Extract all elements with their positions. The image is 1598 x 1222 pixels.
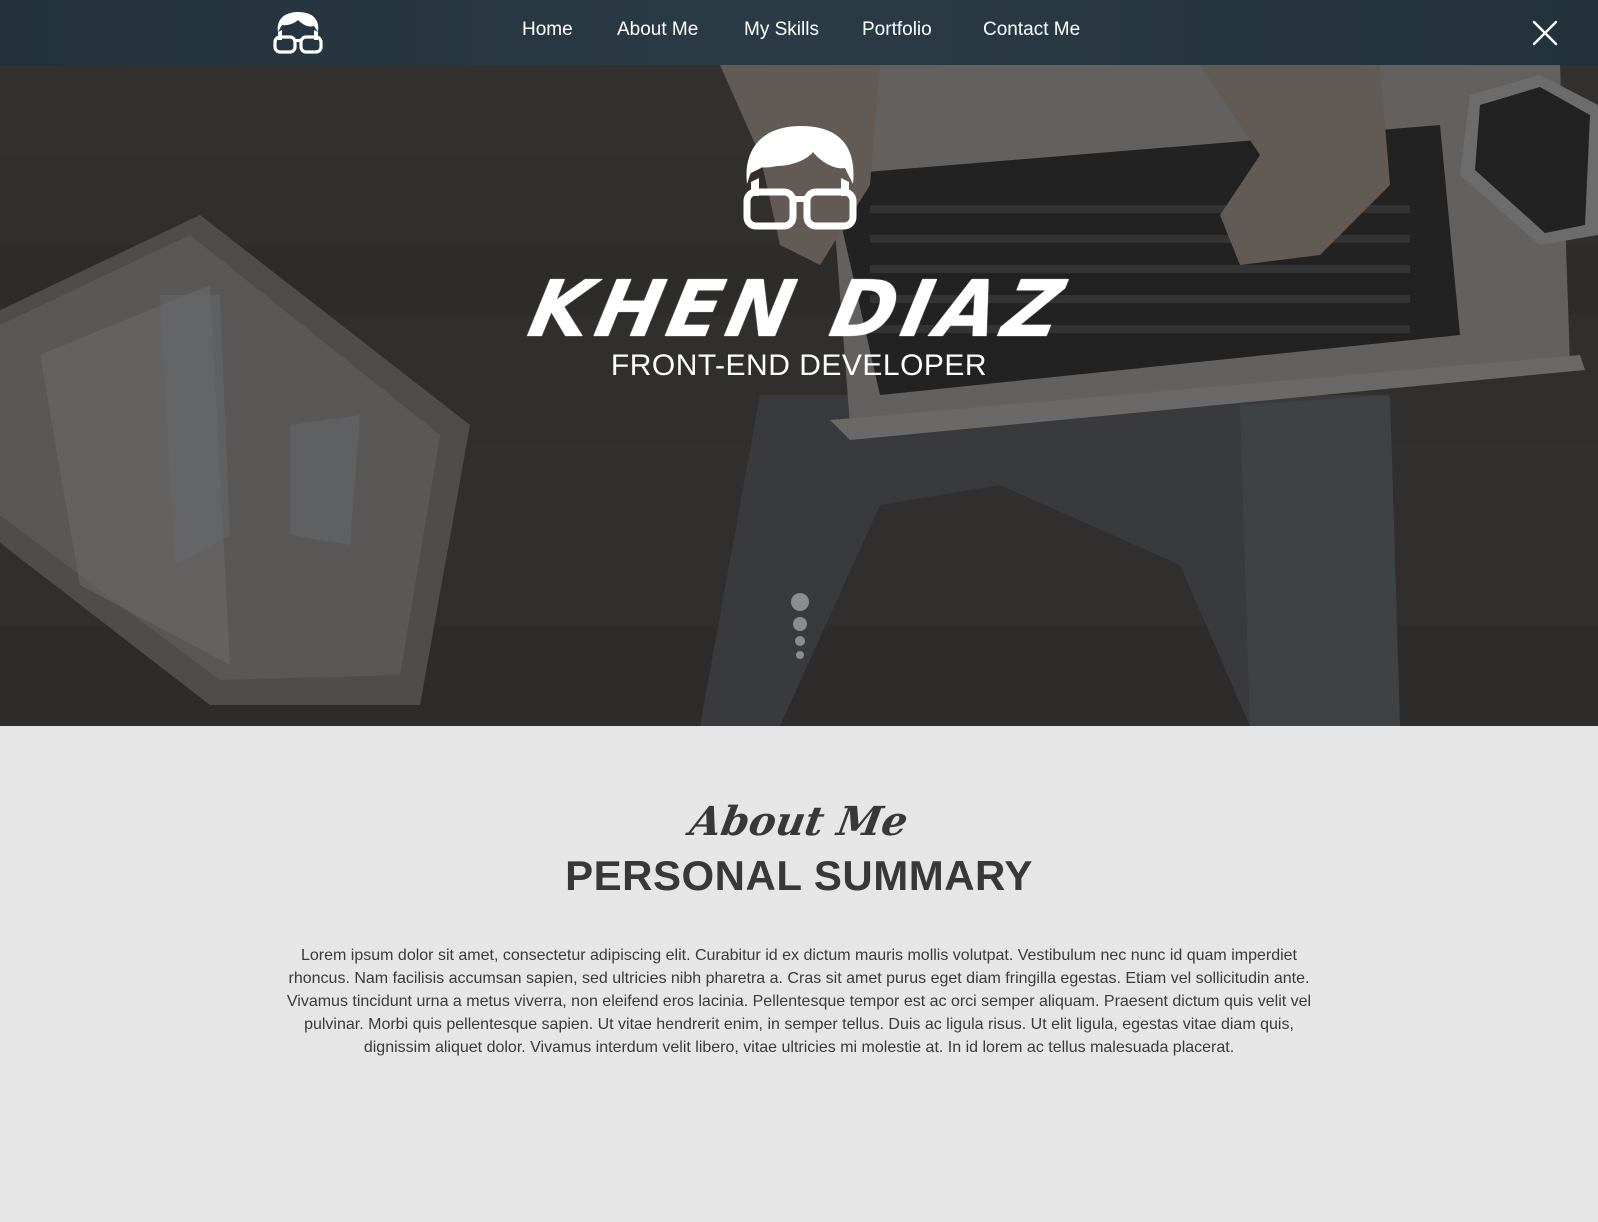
top-nav-bar: Home About Me My Skills Portfolio Contac…: [0, 0, 1598, 65]
hero-role: FRONT-END DEVELOPER: [610, 349, 988, 382]
hero-section: KHEN DIAZ FRONT-END DEVELOPER: [0, 65, 1598, 726]
nav-contact-me[interactable]: Contact Me: [983, 19, 1080, 41]
scroll-down-dots-icon[interactable]: [790, 593, 810, 663]
nerd-glasses-logo-icon[interactable]: [272, 10, 324, 55]
about-section: About Me PERSONAL SUMMARY Lorem ipsum do…: [0, 726, 1598, 1222]
nav-home[interactable]: Home: [522, 19, 573, 41]
hero-name: KHEN DIAZ: [521, 265, 1077, 355]
about-script-title: About Me: [686, 798, 912, 845]
nav-about-me[interactable]: About Me: [617, 19, 698, 41]
nerd-glasses-mascot-icon: [743, 126, 857, 230]
personal-summary-text: Lorem ipsum dolor sit amet, consectetur …: [286, 947, 1312, 1056]
personal-summary-heading: PERSONAL SUMMARY: [565, 852, 1033, 899]
nav-portfolio[interactable]: Portfolio: [862, 19, 932, 41]
close-icon[interactable]: [1532, 20, 1558, 46]
nav-my-skills[interactable]: My Skills: [744, 19, 819, 41]
